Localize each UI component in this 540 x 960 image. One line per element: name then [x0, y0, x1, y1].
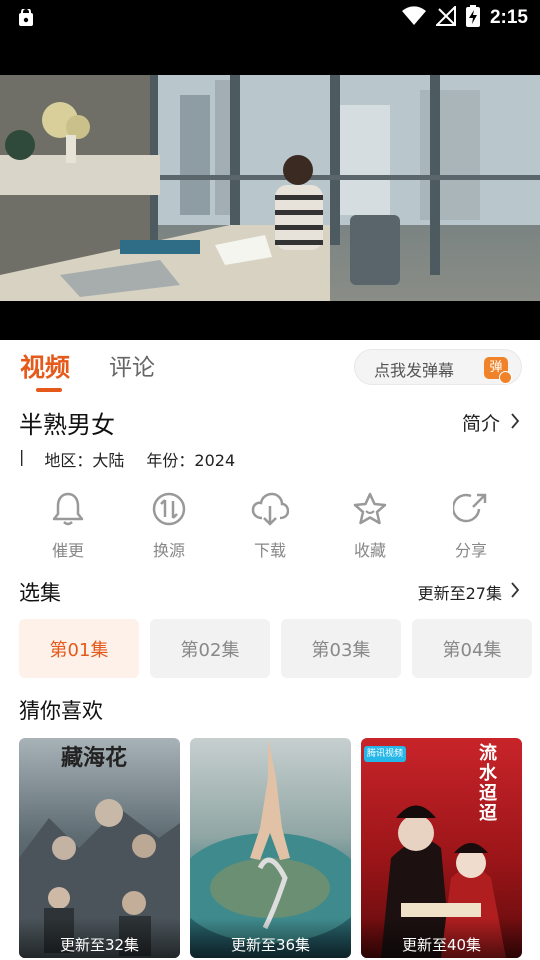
action-label: 收藏	[353, 541, 386, 560]
switch-source-button[interactable]: 换源	[119, 484, 219, 561]
meta-divider: |	[19, 447, 25, 466]
wifi-icon	[401, 6, 426, 30]
status-bar: 2:15	[0, 0, 540, 38]
cloud-download-icon	[220, 484, 320, 534]
tab-video[interactable]: 视频	[20, 348, 70, 384]
tab-comment[interactable]: 评论	[109, 348, 155, 382]
episode-item[interactable]: 第03集	[281, 619, 401, 678]
recommend-item[interactable]: 藏海花 更新至32集	[19, 738, 180, 958]
active-tab-indicator	[36, 388, 62, 392]
year: 年份：2024	[146, 451, 236, 470]
poster-title: 流水迢迢	[479, 743, 497, 824]
episode-item[interactable]: 第04集	[412, 619, 532, 678]
poster-title: 藏海花	[61, 745, 128, 771]
danmu-check-icon	[499, 371, 512, 384]
switch-source-icon	[119, 484, 219, 534]
danmu-label: 点我发弹幕	[374, 361, 455, 380]
share-button[interactable]: 分享	[421, 484, 521, 561]
episode-item[interactable]: 第02集	[150, 619, 270, 678]
recommend-caption: 更新至36集	[190, 918, 351, 958]
video-frame-image	[0, 75, 540, 301]
video-player[interactable]	[0, 75, 540, 301]
episodes-update-label: 更新至27集	[417, 584, 502, 603]
recommend-caption: 更新至32集	[19, 918, 180, 958]
show-title: 半熟男女	[19, 411, 115, 439]
episode-item[interactable]: 第01集	[19, 619, 139, 678]
recommend-caption: 更新至40集	[361, 918, 522, 958]
star-icon	[320, 484, 420, 534]
lock-notification-icon	[18, 7, 34, 31]
recommend-title: 猜你喜欢	[19, 699, 103, 723]
action-label: 下载	[253, 541, 286, 560]
tencent-video-badge: 腾讯视频	[364, 746, 406, 762]
action-label: 换源	[152, 541, 185, 560]
episodes-title: 选集	[19, 581, 61, 605]
remind-update-button[interactable]: 催更	[18, 484, 118, 561]
clock: 2:15	[489, 7, 528, 28]
no-signal-icon	[434, 4, 456, 30]
share-icon	[421, 484, 521, 534]
episode-list: 第01集 第02集 第03集 第04集	[19, 619, 532, 678]
action-label: 催更	[51, 541, 84, 560]
favorite-button[interactable]: 收藏	[320, 484, 420, 561]
chevron-right-icon	[510, 582, 520, 602]
download-button[interactable]: 下载	[220, 484, 320, 561]
bell-icon	[18, 484, 118, 534]
action-bar: 催更 换源 下载 收藏 分享	[0, 484, 540, 564]
region: 地区：大陆	[44, 451, 125, 470]
recommend-item[interactable]: 更新至36集	[190, 738, 351, 958]
send-danmu-button[interactable]: 点我发弹幕 弹	[354, 349, 522, 385]
show-meta: | 地区：大陆 年份：2024	[19, 447, 235, 471]
intro-button[interactable]: 简介	[462, 409, 520, 436]
recommend-list: 藏海花 更新至32集 更新至36集 腾讯视频 流水迢迢 更新至40集	[19, 738, 522, 958]
episodes-more-button[interactable]: 更新至27集	[418, 580, 520, 604]
battery-charging-icon	[465, 5, 480, 31]
action-label: 分享	[454, 541, 487, 560]
intro-label: 简介	[461, 413, 500, 435]
chevron-right-icon	[510, 412, 520, 433]
recommend-item[interactable]: 腾讯视频 流水迢迢 更新至40集	[361, 738, 522, 958]
content-tabs: 视频 评论 点我发弹幕 弹	[0, 340, 540, 396]
